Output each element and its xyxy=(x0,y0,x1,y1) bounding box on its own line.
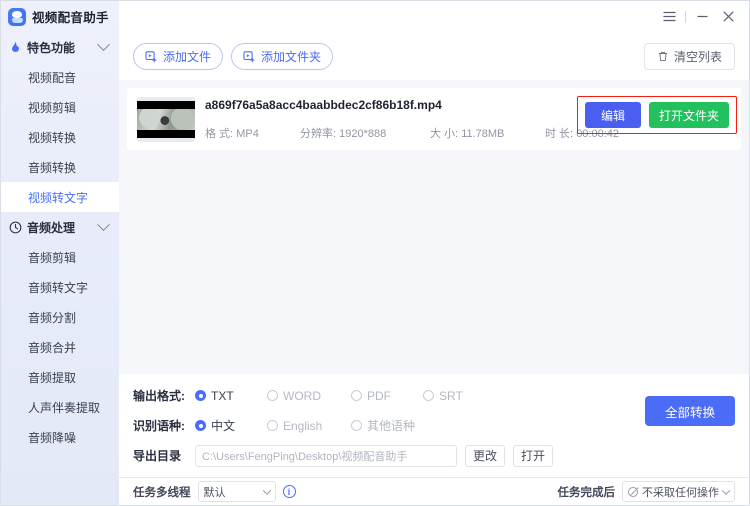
add-folder-icon xyxy=(243,50,255,62)
radio-dot-icon xyxy=(195,390,206,401)
chevron-down-icon xyxy=(721,485,731,495)
radio-label: SRT xyxy=(439,388,463,403)
radio-label: PDF xyxy=(367,388,391,403)
chevron-down-icon[interactable] xyxy=(97,217,110,231)
hamburger-menu-icon[interactable] xyxy=(656,5,682,29)
radio-dot-icon xyxy=(267,420,278,431)
sidebar-group-label: 特色功能 xyxy=(27,40,76,55)
toolbar: 添加文件 添加文件夹 清空列表 xyxy=(119,32,749,80)
radio-label: 中文 xyxy=(211,419,236,433)
radio-language-chinese[interactable]: 中文 xyxy=(195,417,261,434)
radio-language-english[interactable]: English xyxy=(267,419,345,433)
edit-button[interactable]: 编辑 xyxy=(585,102,641,128)
radio-dot-icon xyxy=(351,420,362,431)
threads-value: 默认 xyxy=(203,486,226,499)
app-title: 视频配音助手 xyxy=(32,11,109,25)
sidebar-item-video-convert[interactable]: 视频转换 xyxy=(1,122,119,152)
file-size: 大 小: 11.78MB xyxy=(430,127,505,140)
app-brand: 视频配音助手 xyxy=(1,1,119,32)
radio-label: WORD xyxy=(283,388,321,403)
open-dir-button[interactable]: 打开 xyxy=(513,444,553,467)
sidebar-item-audio-convert[interactable]: 音频转换 xyxy=(1,152,119,182)
change-dir-button[interactable]: 更改 xyxy=(465,444,505,467)
file-list: a869f76a5a8acc4baabbdec2cf86b18f.mp4 格 式… xyxy=(119,80,749,374)
status-bar: 任务多线程 默认 i 任务完成后 不采取任何操作 xyxy=(119,477,749,505)
sidebar-item-audio-editing[interactable]: 音频剪辑 xyxy=(1,242,119,272)
export-dir-row: 导出目录 更改 打开 xyxy=(133,444,735,467)
app-logo-icon xyxy=(8,7,26,26)
sidebar-item-audio-extract[interactable]: 音频提取 xyxy=(1,362,119,392)
file-resolution: 分辨率: 1920*888 xyxy=(300,127,387,140)
radio-format-pdf[interactable]: PDF xyxy=(351,389,417,403)
sidebar-group-label: 音频处理 xyxy=(27,220,76,235)
titlebar-divider xyxy=(685,10,686,23)
sidebar-item-audio-to-text[interactable]: 音频转文字 xyxy=(1,272,119,302)
language-label: 识别语种: xyxy=(133,419,185,433)
chevron-down-icon[interactable] xyxy=(97,37,110,51)
add-file-icon xyxy=(145,50,157,62)
radio-format-srt[interactable]: SRT xyxy=(423,389,463,403)
info-icon[interactable]: i xyxy=(282,485,296,498)
convert-all-button[interactable]: 全部转换 xyxy=(645,396,735,426)
file-format: 格 式: MP4 xyxy=(205,127,259,140)
after-task-select[interactable]: 不采取任何操作 xyxy=(622,481,735,502)
add-file-button[interactable]: 添加文件 xyxy=(133,42,224,70)
video-thumbnail xyxy=(137,96,195,142)
export-dir-input[interactable] xyxy=(195,444,457,467)
sidebar-item-video-editing[interactable]: 视频剪辑 xyxy=(1,92,119,122)
file-list-item[interactable]: a869f76a5a8acc4baabbdec2cf86b18f.mp4 格 式… xyxy=(127,88,741,150)
after-task-group: 任务完成后 不采取任何操作 xyxy=(557,481,735,502)
radio-label: TXT xyxy=(211,388,234,403)
main-area: 添加文件 添加文件夹 清空列表 a869f76a5a8acc4baabbdec2… xyxy=(119,1,749,505)
radio-dot-icon xyxy=(423,390,434,401)
sidebar-group-featured[interactable]: 特色功能 xyxy=(1,32,119,62)
highlight-box: 编辑 打开文件夹 xyxy=(577,96,737,134)
output-format-label: 输出格式: xyxy=(133,389,185,403)
app-window: 视频配音助手 特色功能 视频配音 视频剪辑 视频转换 音频转换 视频转文字 音频… xyxy=(0,0,750,506)
sidebar-group-audio[interactable]: 音频处理 xyxy=(1,212,119,242)
radio-format-word[interactable]: WORD xyxy=(267,389,345,403)
radio-dot-icon xyxy=(351,390,362,401)
after-task-label: 任务完成后 xyxy=(557,486,616,499)
sidebar-item-audio-denoise[interactable]: 音频降噪 xyxy=(1,422,119,452)
add-file-label: 添加文件 xyxy=(163,49,212,64)
close-icon[interactable] xyxy=(715,5,741,29)
title-bar xyxy=(119,1,749,32)
sidebar-item-audio-split[interactable]: 音频分割 xyxy=(1,302,119,332)
radio-format-txt[interactable]: TXT xyxy=(195,389,261,403)
chevron-down-icon xyxy=(262,485,271,495)
flame-icon xyxy=(12,41,20,52)
threads-label: 任务多线程 xyxy=(133,486,191,499)
radio-language-other[interactable]: 其他语种 xyxy=(351,417,415,434)
settings-panel: 输出格式: TXT WORD PDF SRT 识别语种: 中文 English … xyxy=(119,374,749,474)
clear-list-button[interactable]: 清空列表 xyxy=(643,42,735,70)
sidebar-item-vocal-accompaniment-extract[interactable]: 人声伴奏提取 xyxy=(1,392,119,422)
open-folder-button[interactable]: 打开文件夹 xyxy=(649,102,729,128)
minimize-icon[interactable] xyxy=(689,5,715,29)
sidebar-item-audio-merge[interactable]: 音频合并 xyxy=(1,332,119,362)
radio-label: 其他语种 xyxy=(367,419,416,433)
add-folder-label: 添加文件夹 xyxy=(261,49,322,64)
after-task-value: 不采取任何操作 xyxy=(642,486,719,499)
no-action-icon xyxy=(628,486,638,497)
sidebar: 视频配音助手 特色功能 视频配音 视频剪辑 视频转换 音频转换 视频转文字 音频… xyxy=(1,1,119,505)
radio-label: English xyxy=(283,418,323,433)
sidebar-item-video-to-text[interactable]: 视频转文字 xyxy=(1,182,119,212)
export-dir-label: 导出目录 xyxy=(133,449,182,463)
add-folder-button[interactable]: 添加文件夹 xyxy=(231,42,334,70)
clock-icon xyxy=(9,221,22,233)
clear-list-label: 清空列表 xyxy=(673,49,722,64)
trash-icon xyxy=(658,51,668,61)
radio-dot-icon xyxy=(267,390,278,401)
radio-dot-icon xyxy=(195,420,206,431)
sidebar-item-video-dubbing[interactable]: 视频配音 xyxy=(1,62,119,92)
threads-select[interactable]: 默认 xyxy=(197,481,276,502)
